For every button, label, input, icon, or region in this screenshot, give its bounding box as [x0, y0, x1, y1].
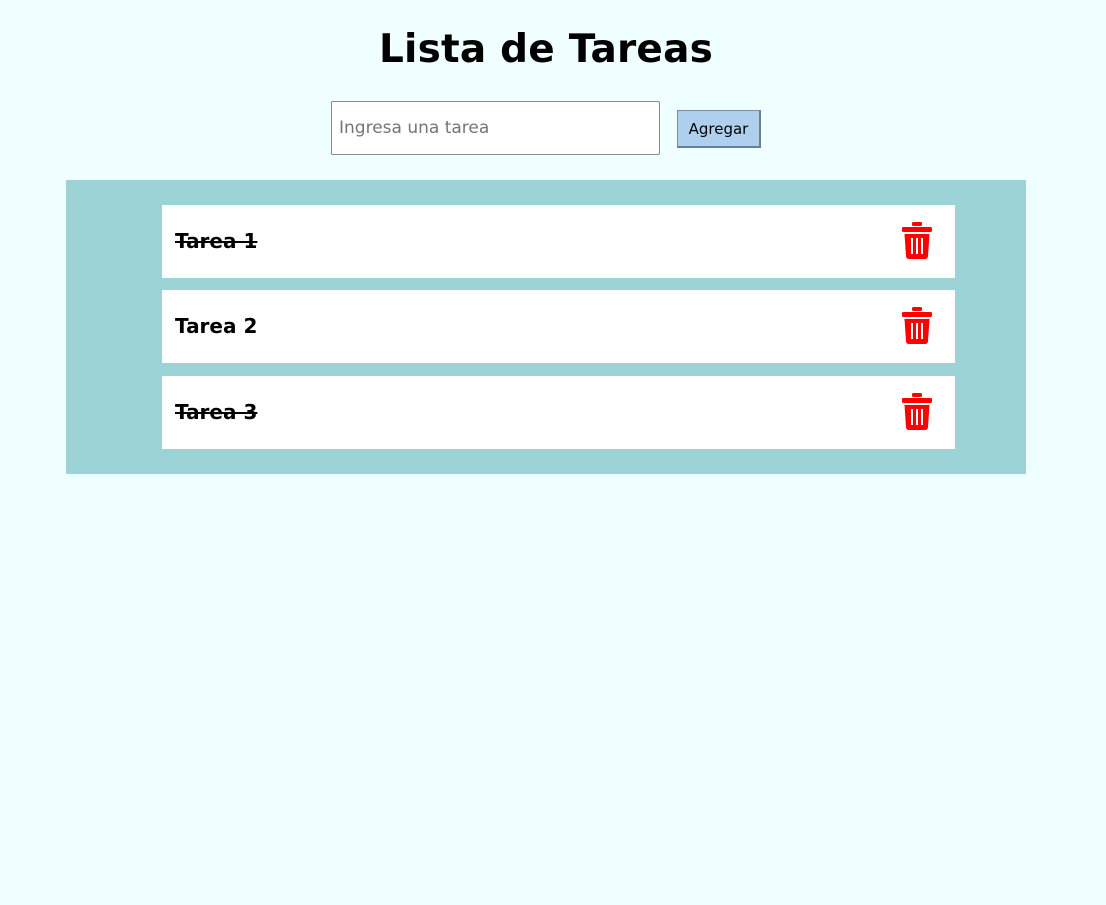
task-item: Tarea 3	[162, 376, 955, 449]
page-title: Lista de Tareas	[378, 27, 714, 72]
task-label[interactable]: Tarea 3	[175, 376, 257, 449]
delete-task-button[interactable]	[898, 219, 936, 263]
task-label[interactable]: Tarea 2	[175, 290, 257, 363]
task-item: Tarea 1	[162, 205, 955, 278]
delete-task-button[interactable]	[898, 390, 936, 434]
task-item: Tarea 2	[162, 290, 955, 363]
task-input[interactable]	[331, 101, 660, 155]
add-task-button[interactable]: Agregar	[677, 110, 761, 148]
trash-icon	[902, 222, 932, 259]
task-label[interactable]: Tarea 1	[175, 205, 257, 278]
delete-task-button[interactable]	[898, 304, 936, 348]
trash-icon	[902, 307, 932, 344]
task-list: Tarea 1 Tarea 2 Tarea 3	[66, 180, 1026, 474]
trash-icon	[902, 393, 932, 430]
